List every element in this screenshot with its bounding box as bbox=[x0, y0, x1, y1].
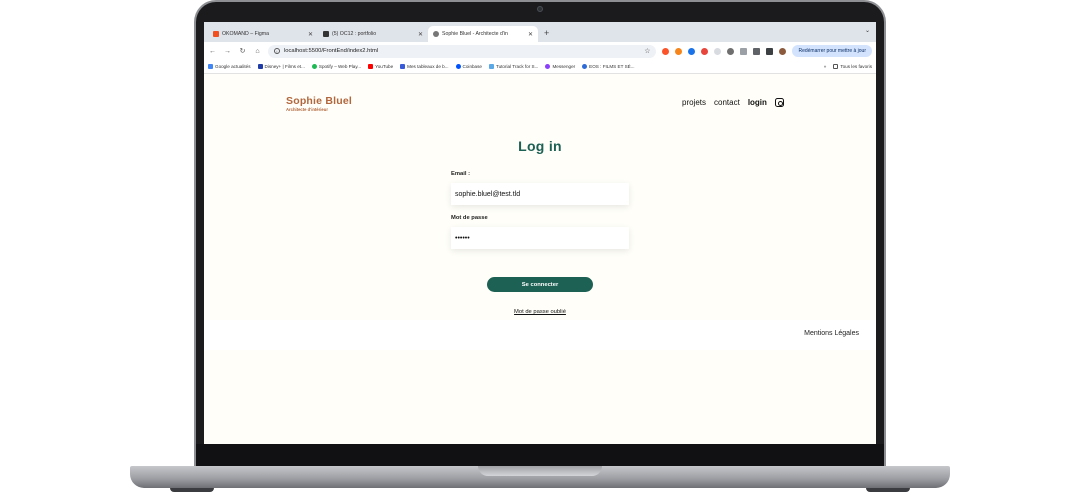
restart-update-button[interactable]: Redémarrer pour mettre à jour bbox=[792, 45, 872, 57]
extension-icon[interactable] bbox=[688, 47, 696, 55]
site-nav: projets contact login bbox=[682, 98, 784, 107]
youtube-icon bbox=[368, 64, 374, 69]
site-logo[interactable]: Sophie Bluel Architecte d'intérieur bbox=[286, 95, 352, 112]
logo-title: Sophie Bluel bbox=[286, 95, 352, 107]
tab-title: (5) OC12 : portfolio bbox=[332, 31, 377, 37]
back-icon[interactable]: ← bbox=[208, 48, 217, 55]
figma-icon bbox=[213, 31, 219, 37]
info-icon[interactable]: i bbox=[274, 48, 280, 54]
globe-icon bbox=[433, 31, 439, 37]
address-bar[interactable]: i localhost:5500/FrontEnd/index2.html ☆ bbox=[268, 44, 657, 58]
page-title: Log in bbox=[518, 138, 562, 154]
bookmark-google-news[interactable]: Google actualités bbox=[208, 64, 251, 69]
bookmark-coinbase[interactable]: Coinbase bbox=[455, 64, 482, 69]
messenger-icon bbox=[545, 64, 551, 69]
bookmark-messenger[interactable]: Messenger bbox=[545, 64, 575, 69]
bookmarks-overflow-button[interactable]: » bbox=[824, 64, 827, 69]
extension-icon[interactable] bbox=[714, 47, 722, 55]
disney-icon bbox=[257, 64, 263, 69]
tab-portfolio[interactable]: (5) OC12 : portfolio ✕ bbox=[318, 26, 428, 42]
browser-toolbar: ← → ↻ ⌂ i localhost:5500/FrontEnd/index2… bbox=[204, 42, 876, 60]
email-field[interactable]: sophie.bluel@test.tld bbox=[451, 183, 629, 205]
github-icon bbox=[323, 31, 329, 37]
bookmark-dashboards[interactable]: Mes tableaux de b... bbox=[400, 64, 449, 69]
laptop-notch bbox=[478, 466, 602, 476]
tab-search-icon[interactable]: ⌄ bbox=[865, 27, 870, 34]
screen: OKOMAND – Figma ✕ (5) OC12 : portfolio ✕… bbox=[204, 22, 876, 444]
camera bbox=[537, 6, 543, 12]
tab-sophie-bluel[interactable]: Sophie Bluel - Architecte d'in ✕ bbox=[428, 26, 538, 42]
forward-icon[interactable]: → bbox=[223, 48, 232, 55]
footer: Mentions Légales bbox=[204, 320, 876, 350]
extension-icon[interactable] bbox=[701, 47, 709, 55]
bookmark-all-favorites[interactable]: Tous les favoris bbox=[833, 64, 872, 69]
url-text[interactable]: localhost:5500/FrontEnd/index2.html bbox=[284, 48, 640, 54]
home-icon[interactable]: ⌂ bbox=[253, 48, 262, 55]
google-news-icon bbox=[208, 64, 213, 69]
sidepanel-icon[interactable] bbox=[766, 47, 774, 55]
puzzle-icon[interactable] bbox=[740, 47, 748, 55]
extension-metamask-icon[interactable] bbox=[675, 47, 683, 55]
spotify-icon bbox=[311, 64, 317, 69]
avatar[interactable] bbox=[779, 47, 787, 55]
bookmarks-bar: Google actualités Disney+ | Films et... … bbox=[204, 60, 876, 74]
tab-figma[interactable]: OKOMAND – Figma ✕ bbox=[208, 26, 318, 42]
dashboard-icon bbox=[400, 64, 406, 69]
bookmark-tutorial[interactable]: Tutorial Track for S... bbox=[488, 64, 538, 69]
laptop-foot bbox=[866, 488, 910, 492]
lid-bezel-bottom bbox=[196, 444, 884, 468]
instagram-icon[interactable] bbox=[774, 98, 784, 107]
password-field[interactable]: •••••• bbox=[451, 227, 629, 249]
nav-login[interactable]: login bbox=[748, 98, 767, 107]
coinbase-icon bbox=[455, 64, 461, 69]
extension-brave-icon[interactable] bbox=[662, 47, 670, 55]
close-icon[interactable]: ✕ bbox=[308, 31, 313, 38]
bookmark-youtube[interactable]: YouTube bbox=[368, 64, 393, 69]
bookmark-disney[interactable]: Disney+ | Films et... bbox=[257, 64, 305, 69]
bookmark-spotify[interactable]: Spotify – Web Play... bbox=[311, 64, 361, 69]
folder-icon bbox=[833, 64, 839, 69]
close-icon[interactable]: ✕ bbox=[528, 31, 533, 38]
legal-mentions-link[interactable]: Mentions Légales bbox=[804, 330, 859, 337]
login-button[interactable]: Se connecter bbox=[487, 277, 593, 292]
logo-subtitle: Architecte d'intérieur bbox=[286, 107, 328, 112]
tutorial-icon bbox=[488, 64, 494, 69]
close-icon[interactable]: ✕ bbox=[418, 31, 423, 38]
tab-title: Sophie Bluel - Architecte d'in bbox=[442, 31, 508, 37]
forgot-password-link[interactable]: Mot de passe oublié bbox=[204, 309, 876, 315]
bookmark-eos[interactable]: EOS : FILMS ET SÉ... bbox=[582, 64, 635, 69]
email-label: Email : bbox=[451, 171, 471, 177]
login-form: Email : sophie.bluel@test.tld Mot de pas… bbox=[451, 171, 629, 249]
eos-icon bbox=[582, 64, 588, 69]
web-page: Sophie Bluel Architecte d'intérieur proj… bbox=[204, 75, 876, 444]
tab-strip: OKOMAND – Figma ✕ (5) OC12 : portfolio ✕… bbox=[204, 22, 876, 42]
bookmark-star-icon[interactable]: ☆ bbox=[644, 47, 650, 55]
tab-title: OKOMAND – Figma bbox=[222, 31, 269, 37]
nav-projets[interactable]: projets bbox=[682, 98, 706, 107]
nav-contact[interactable]: contact bbox=[714, 98, 740, 107]
reload-icon[interactable]: ↻ bbox=[238, 47, 247, 55]
new-tab-button[interactable]: + bbox=[538, 26, 555, 42]
password-label: Mot de passe bbox=[451, 215, 488, 221]
laptop-foot bbox=[170, 488, 214, 492]
extension-icon[interactable] bbox=[727, 47, 735, 55]
download-icon[interactable] bbox=[753, 47, 761, 55]
